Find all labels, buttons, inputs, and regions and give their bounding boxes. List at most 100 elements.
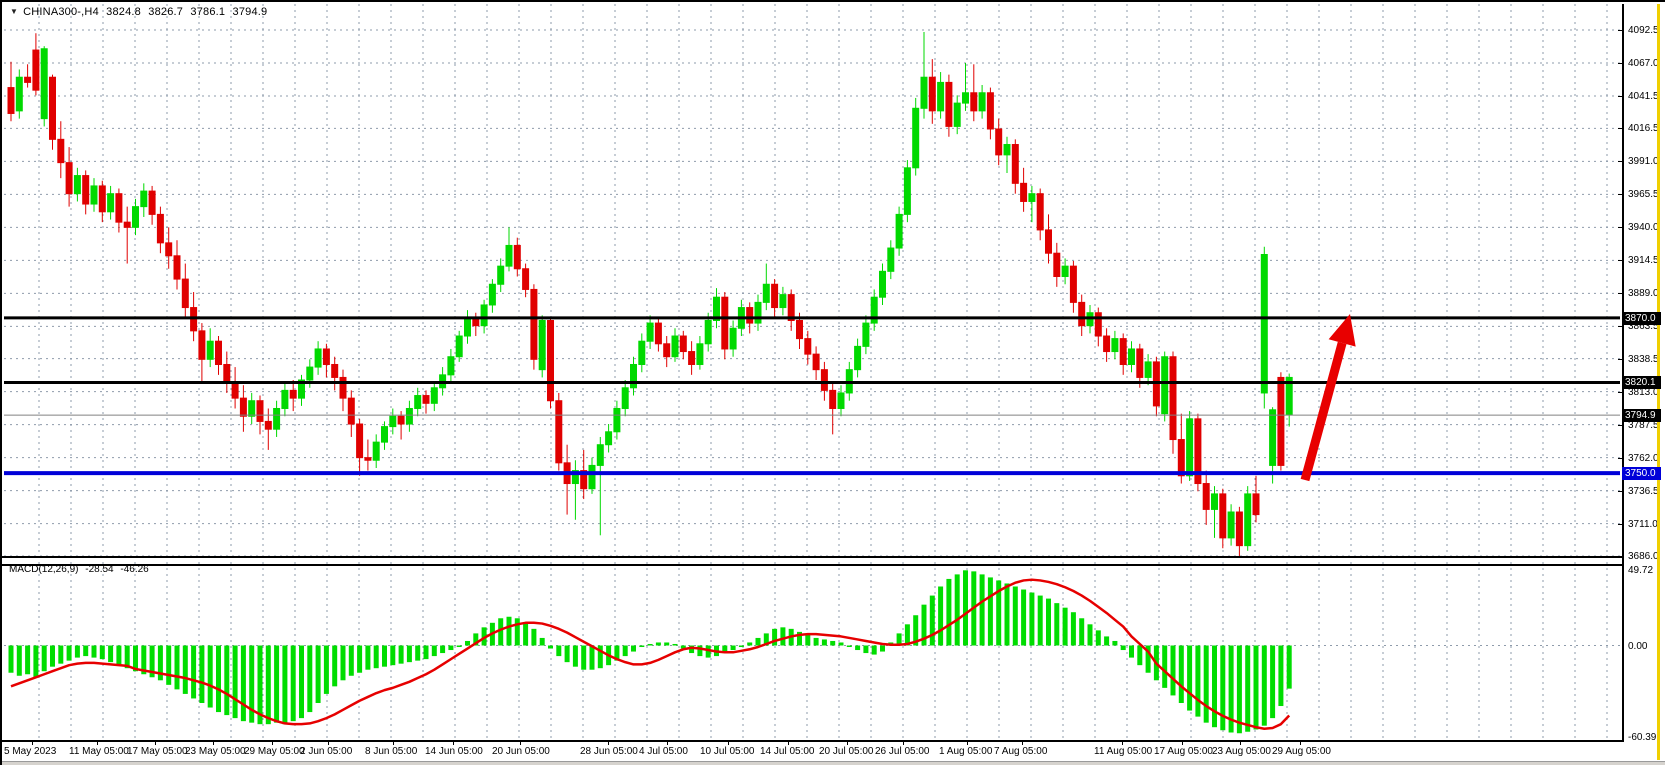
candle-down	[99, 186, 105, 212]
candle-down	[157, 214, 163, 242]
time-axis-label: 1 Aug 05:00	[939, 746, 992, 757]
time-axis-label: 8 Jun 05:00	[365, 746, 417, 757]
macd-histogram-bar	[341, 646, 346, 681]
candle-down	[1253, 494, 1259, 515]
candle-down	[199, 331, 205, 359]
candle-down	[124, 222, 130, 227]
price-axis-tick	[1618, 161, 1622, 162]
macd-histogram-bar	[316, 646, 321, 703]
candle-down	[66, 163, 72, 194]
macd-histogram-bar	[1029, 593, 1034, 646]
candle-up	[539, 320, 545, 369]
macd-histogram-bar	[540, 638, 545, 646]
macd-histogram-bar	[1262, 646, 1267, 726]
candle-up	[1270, 410, 1276, 466]
candle-down	[33, 50, 39, 90]
macd-histogram-bar	[1021, 590, 1026, 646]
candle-up	[16, 77, 22, 111]
candle-up	[622, 388, 628, 409]
macd-histogram-bar	[299, 646, 304, 719]
macd-axis-label: -60.39	[1628, 732, 1656, 743]
candle-up	[1145, 362, 1151, 378]
candle-up	[1228, 512, 1234, 538]
macd-name: MACD(12,26,9)	[9, 564, 78, 575]
candle-up	[1261, 255, 1267, 393]
symbol-period-label: CHINA300-,H4	[23, 6, 99, 18]
candle-up	[913, 108, 919, 168]
candle-down	[1278, 377, 1284, 465]
macd-histogram-bar	[980, 574, 985, 645]
macd-histogram-bar	[1129, 646, 1134, 658]
candle-up	[415, 396, 421, 409]
candle-up	[1062, 266, 1068, 276]
candle-down	[58, 139, 64, 162]
candlestick-chart[interactable]	[4, 4, 1622, 558]
macd-histogram-bar	[365, 646, 370, 670]
macd-histogram-bar	[116, 646, 121, 666]
time-axis-tick	[1182, 741, 1183, 745]
candle-down	[216, 341, 222, 364]
time-axis-label: 14 Jul 05:00	[760, 746, 815, 757]
macd-histogram-bar	[399, 646, 404, 664]
candle-down	[514, 245, 520, 268]
macd-histogram-bar	[664, 642, 669, 645]
candle-up	[855, 346, 861, 369]
candle-down	[772, 284, 778, 307]
candle-up	[938, 82, 944, 110]
candle-down	[1220, 494, 1226, 538]
trend-arrow-shaft[interactable]	[1305, 343, 1342, 480]
macd-histogram-bar	[83, 646, 88, 657]
macd-histogram-bar	[1187, 646, 1192, 711]
candle-up	[755, 302, 761, 323]
price-axis-label: 3965.5	[1628, 189, 1659, 200]
macd-histogram-bar	[33, 646, 38, 678]
macd-histogram-bar	[1121, 646, 1126, 651]
time-axis-tick	[520, 741, 521, 745]
macd-signal-value: -46.26	[120, 564, 148, 575]
macd-histogram-bar	[50, 646, 55, 667]
macd-histogram-bar	[772, 629, 777, 646]
macd-histogram-bar	[1088, 624, 1093, 645]
candle-down	[1054, 253, 1060, 276]
candle-down	[1070, 266, 1076, 302]
macd-histogram-bar	[9, 646, 14, 673]
candle-up	[456, 336, 462, 357]
time-axis-label: 20 Jul 05:00	[819, 746, 874, 757]
candle-down	[398, 416, 404, 424]
time-axis-tick	[155, 741, 156, 745]
macd-histogram-bar	[67, 646, 72, 661]
candle-down	[1037, 194, 1043, 230]
macd-histogram-bar	[515, 618, 520, 645]
candle-down	[548, 320, 554, 400]
candle-down	[149, 191, 155, 214]
macd-histogram-bar	[415, 646, 420, 661]
candle-up	[1187, 419, 1193, 476]
candle-down	[1021, 183, 1027, 201]
candle-down	[174, 256, 180, 279]
macd-histogram-bar	[58, 646, 63, 664]
macd-histogram-bar	[1171, 646, 1176, 696]
candle-up	[921, 77, 927, 108]
candle-down	[50, 77, 56, 139]
candle-down	[996, 129, 1002, 155]
macd-panel[interactable]	[4, 562, 1622, 740]
macd-histogram-bar	[1013, 586, 1018, 645]
time-axis-label: 28 Jun 05:00	[580, 746, 638, 757]
macd-histogram-bar	[17, 646, 22, 676]
candle-up	[41, 49, 47, 119]
chevron-down-icon[interactable]: ▼	[10, 7, 18, 16]
candle-up	[672, 336, 678, 357]
candle-up	[888, 248, 894, 271]
candle-down	[689, 352, 695, 365]
candle-up	[382, 427, 388, 443]
macd-histogram-bar	[697, 646, 702, 657]
candle-up	[763, 284, 769, 302]
price-axis-label: 3762.0	[1628, 453, 1659, 464]
macd-histogram-bar	[1071, 612, 1076, 645]
macd-histogram-bar	[1038, 596, 1043, 646]
candle-up	[282, 390, 288, 408]
candle-down	[1178, 440, 1184, 476]
macd-histogram-bar	[291, 646, 296, 722]
candle-up	[1112, 339, 1118, 352]
macd-histogram-bar	[390, 646, 395, 666]
